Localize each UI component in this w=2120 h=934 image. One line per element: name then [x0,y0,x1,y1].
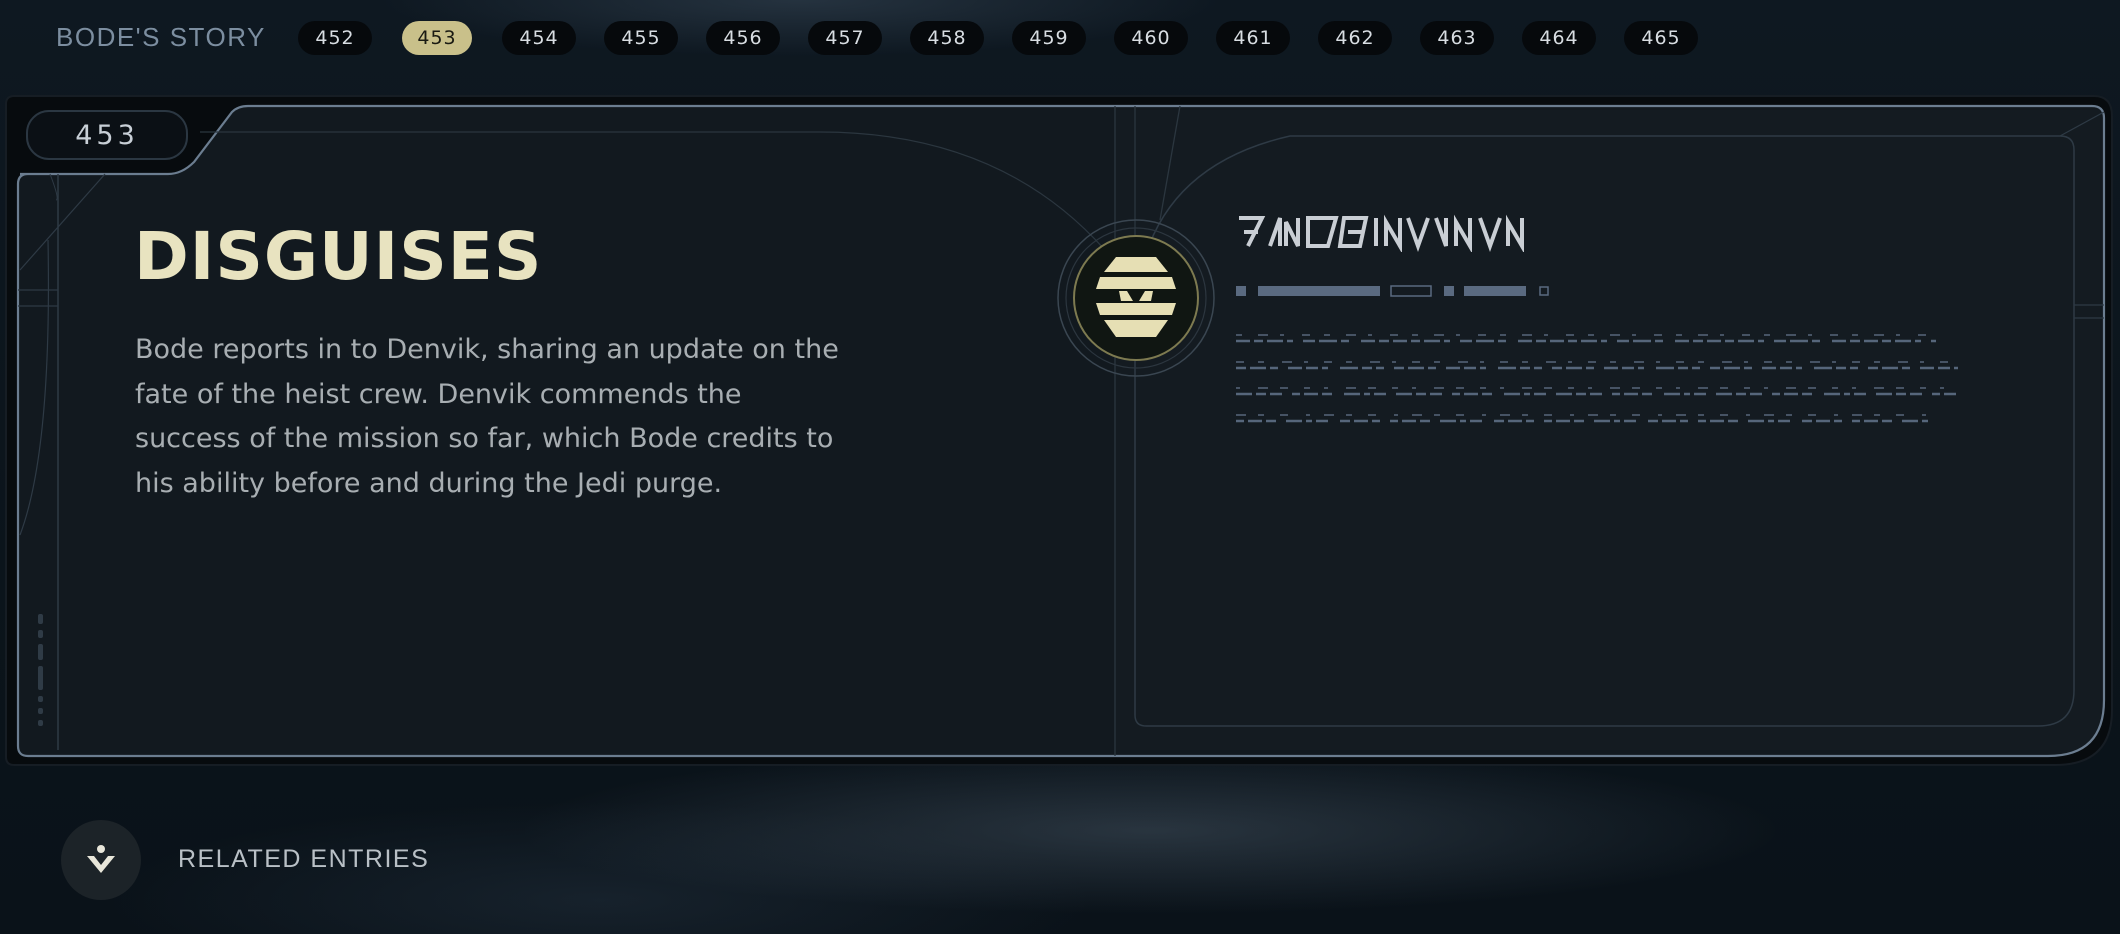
related-entries-label[interactable]: RELATED ENTRIES [178,845,429,874]
entry-tab-453-active[interactable]: 453 [402,21,472,55]
entry-tab-461[interactable]: 461 [1216,21,1290,55]
entry-title: DISGUISES [134,218,543,295]
entry-description: Bode reports in to Denvik, sharing an up… [135,334,839,499]
aurebesh-decoration-bars [1236,285,1549,297]
aurebesh-paragraph [1236,334,1958,423]
entry-tab-458[interactable]: 458 [910,21,984,55]
faction-emblem-icon [1057,219,1215,377]
entry-tab-465[interactable]: 465 [1624,21,1698,55]
entry-tab-459[interactable]: 459 [1012,21,1086,55]
aurebesh-title [1239,214,1524,252]
entry-tab-452[interactable]: 452 [298,21,372,55]
entry-tab-463[interactable]: 463 [1420,21,1494,55]
entry-tab-462[interactable]: 462 [1318,21,1392,55]
entry-tab-456[interactable]: 456 [706,21,780,55]
related-entries-button[interactable] [61,820,141,900]
entry-tab-460[interactable]: 460 [1114,21,1188,55]
entry-tab-455[interactable]: 455 [604,21,678,55]
entry-navigation: BODE'S STORY 452 453 454 455 456 457 458… [0,0,2120,76]
story-title: BODE'S STORY [56,22,266,52]
entry-tab-464[interactable]: 464 [1522,21,1596,55]
related-entries-icon [87,845,115,873]
entry-number-badge: 453 [26,110,188,160]
entry-tab-454[interactable]: 454 [502,21,576,55]
entry-tab-457[interactable]: 457 [808,21,882,55]
